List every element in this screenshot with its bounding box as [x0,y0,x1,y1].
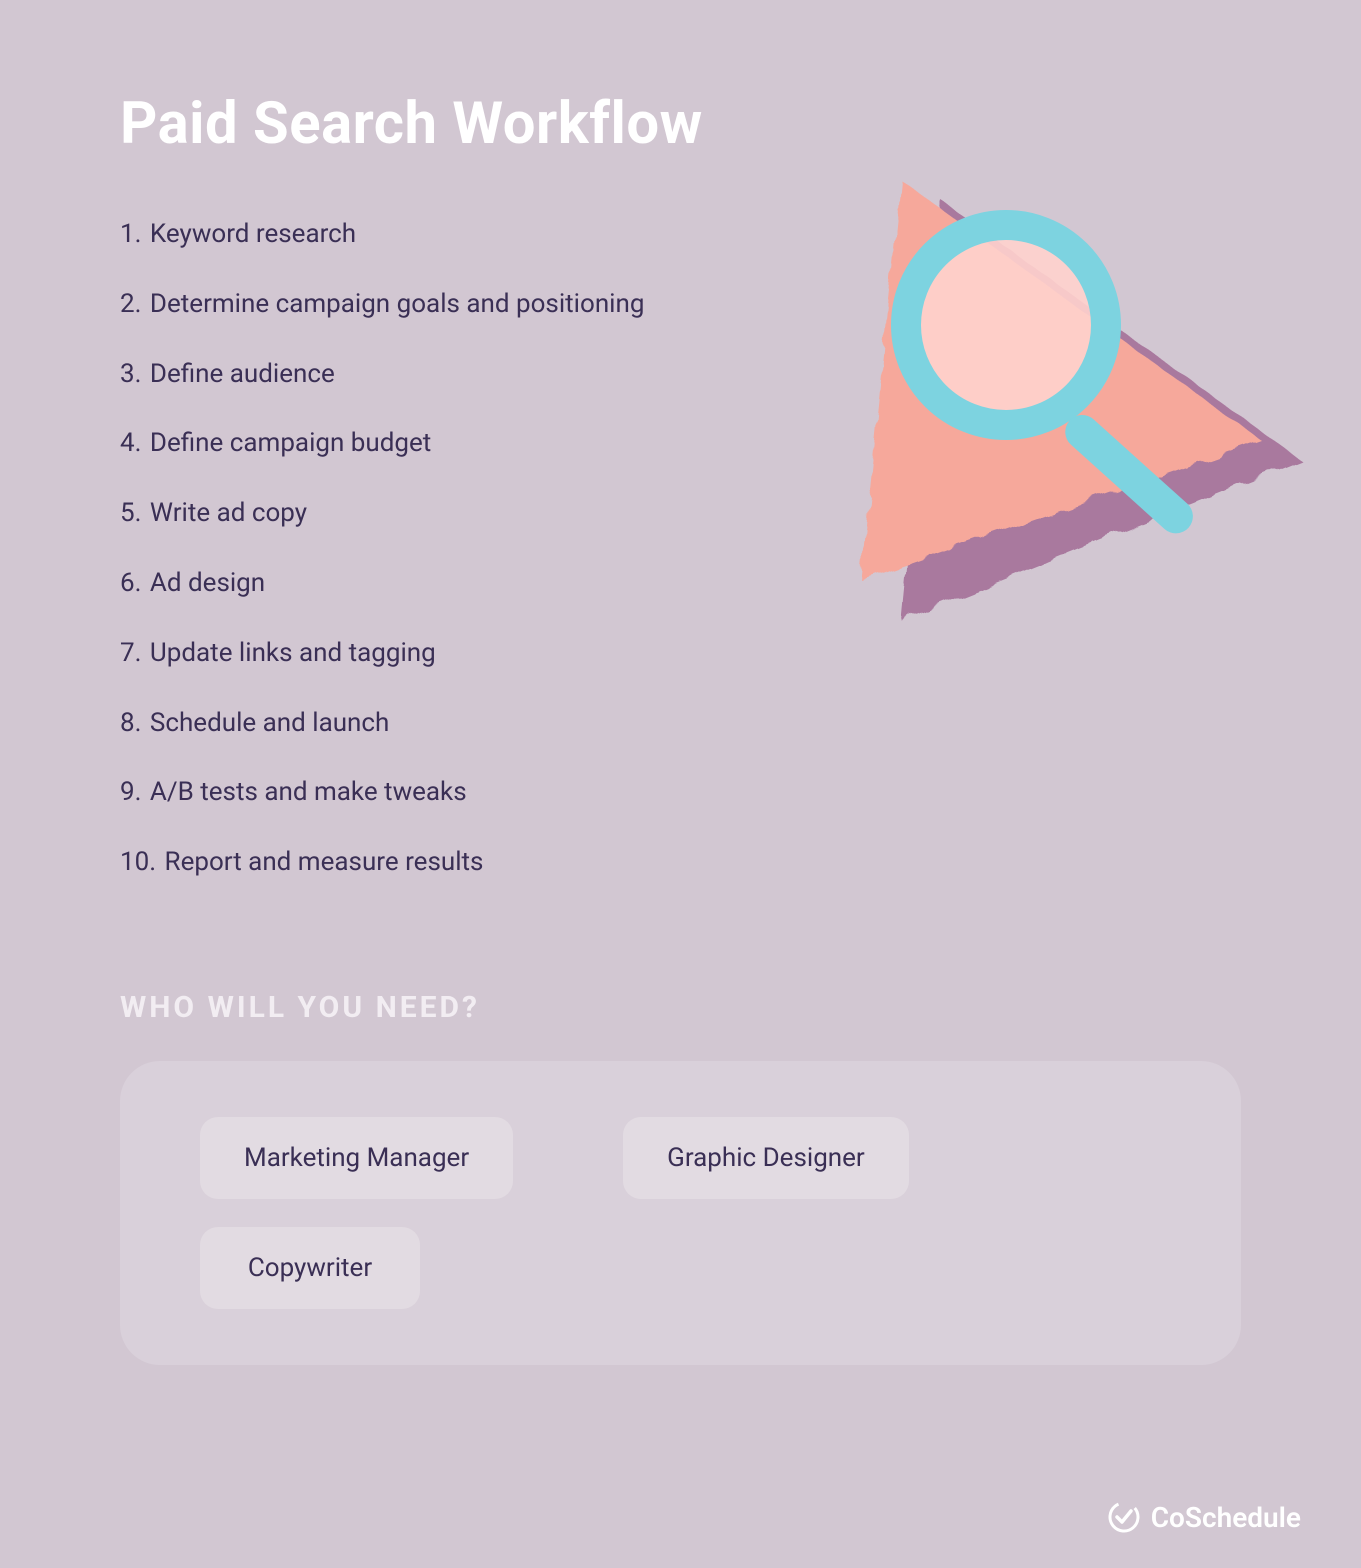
step-number: 6. [120,568,141,598]
list-item: 3. Define audience [120,358,740,392]
step-text: Schedule and launch [150,708,389,738]
step-number: 8. [120,708,141,738]
list-item: 6. Ad design [120,567,740,601]
step-number: 10. [120,847,156,877]
magnifying-glass-illustration [781,150,1341,670]
step-text: Define audience [150,359,335,389]
step-text: Write ad copy [150,498,307,528]
list-item: 5. Write ad copy [120,497,740,531]
step-number: 1. [120,219,141,249]
list-item: 10. Report and measure results [120,846,740,880]
list-item: 8. Schedule and launch [120,707,740,741]
page: Paid Search Workflow 1. Keyword research… [0,0,1361,1568]
step-number: 5. [120,498,141,528]
brand-name: CoSchedule [1151,1501,1301,1534]
step-text: A/B tests and make tweaks [150,777,467,807]
step-text: Update links and tagging [150,638,436,668]
coschedule-logo-icon [1107,1500,1141,1534]
step-text: Keyword research [150,219,356,249]
step-number: 7. [120,638,141,668]
list-item: 7. Update links and tagging [120,637,740,671]
step-number: 9. [120,777,141,807]
step-number: 3. [120,359,141,389]
subheading: WHO WILL YOU NEED? [120,990,1241,1025]
role-chip: Graphic Designer [623,1117,909,1199]
step-text: Determine campaign goals and positioning [150,289,645,319]
magnifying-glass-icon [906,225,1200,540]
page-title: Paid Search Workflow [120,90,1241,158]
step-text: Define campaign budget [150,428,431,458]
step-text: Report and measure results [165,847,484,877]
roles-panel: Marketing Manager Graphic Designer Copyw… [120,1061,1241,1365]
list-item: 9. A/B tests and make tweaks [120,776,740,810]
list-item: 4. Define campaign budget [120,427,740,461]
role-chip: Marketing Manager [200,1117,513,1199]
list-item: 1. Keyword research [120,218,740,252]
list-item: 2. Determine campaign goals and position… [120,288,740,322]
workflow-list: 1. Keyword research 2. Determine campaig… [120,218,740,880]
role-chip: Copywriter [200,1227,420,1309]
step-number: 2. [120,289,141,319]
step-text: Ad design [150,568,265,598]
branding: CoSchedule [1107,1500,1301,1534]
step-number: 4. [120,428,141,458]
